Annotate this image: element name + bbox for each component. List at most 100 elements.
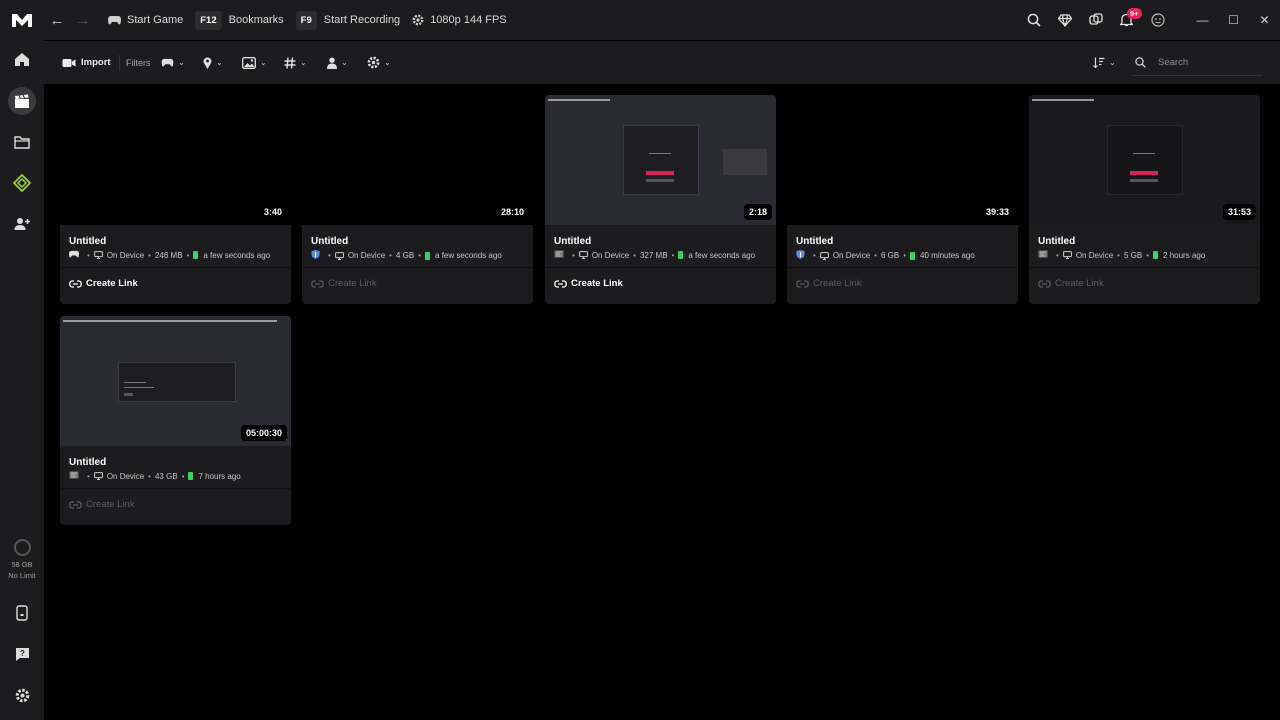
sort-dropdown[interactable]: ⌄: [1093, 41, 1116, 84]
create-link-button[interactable]: Create Link: [69, 278, 138, 289]
chat-icon[interactable]: [1080, 0, 1111, 40]
clip-meta: • On Device • 4 GB • a few seconds ago: [311, 250, 502, 261]
import-button[interactable]: Import: [62, 41, 111, 84]
clip-meta: • On Device • 327 MB • a few seconds ago: [554, 250, 755, 260]
settings-gear-icon[interactable]: [8, 681, 36, 709]
add-friend-icon[interactable]: [8, 210, 36, 238]
chevron-down-icon: ⌄: [216, 58, 223, 67]
upload-status-icon: [193, 251, 199, 259]
start-game-label: Start Game: [127, 14, 184, 26]
clip-size: 6 GB: [880, 251, 900, 260]
filter-game-dropdown[interactable]: ⌄: [161, 41, 185, 84]
clip-location: On Device: [106, 471, 145, 481]
filters-label: Filters: [126, 57, 151, 68]
clip-title[interactable]: Untitled: [554, 236, 591, 247]
clip-timestamp: 7 hours ago: [198, 471, 241, 481]
create-link-button[interactable]: Create Link: [1038, 278, 1104, 289]
hashtag-icon: [284, 56, 296, 69]
clip-location: On Device: [832, 251, 871, 260]
clip-location: On Device: [1075, 250, 1114, 260]
filter-media-type-dropdown[interactable]: ⌄: [242, 41, 267, 84]
clip-duration: 28:10: [495, 204, 529, 220]
clip-duration: 3:40: [258, 204, 287, 220]
avatar[interactable]: [1142, 0, 1173, 40]
create-link-label: Create Link: [86, 499, 135, 510]
clip-duration: 2:18: [743, 204, 772, 220]
create-link-button[interactable]: Create Link: [796, 278, 862, 289]
help-chat-icon[interactable]: ?: [8, 640, 36, 668]
toolbar-divider: [119, 55, 120, 71]
upload-status-icon: [1153, 251, 1159, 259]
clip-card[interactable]: 05:00:30 Untitled • On Device • 43 GB • …: [60, 316, 291, 525]
link-icon: [1038, 279, 1051, 288]
chevron-down-icon: ⌄: [384, 58, 391, 67]
clip-title[interactable]: Untitled: [69, 457, 106, 468]
filter-tags-dropdown[interactable]: ⌄: [284, 41, 307, 84]
search-icon[interactable]: [1018, 0, 1049, 40]
maximize-icon[interactable]: ☐: [1218, 0, 1249, 40]
clip-timestamp: a few seconds ago: [435, 251, 502, 260]
clip-meta: • On Device • 6 GB • 40 minutes ago: [796, 250, 975, 261]
shield-game-icon: [796, 250, 805, 259]
gamepad-icon: [161, 58, 174, 67]
create-link-button[interactable]: Create Link: [554, 278, 623, 289]
chevron-down-icon: ⌄: [178, 58, 185, 67]
gamepad-icon: [69, 250, 79, 258]
filter-toolbar: Import Filters ⌄ ⌄ ⌄ ⌄ ⌄ ⌄ ⌄ Search: [44, 40, 1280, 84]
quality-settings-button[interactable]: 1080p 144 FPS: [412, 0, 507, 40]
clip-size: 246 MB: [154, 250, 183, 260]
create-link-label: Create Link: [813, 278, 862, 289]
clip-timestamp: 40 minutes ago: [920, 251, 975, 260]
clip-title[interactable]: Untitled: [311, 236, 348, 247]
minimize-icon[interactable]: —: [1187, 0, 1218, 40]
back-arrow-icon[interactable]: ←: [44, 0, 70, 40]
notifications-bell-icon[interactable]: 9+: [1111, 0, 1142, 40]
clip-location: On Device: [591, 250, 630, 260]
create-link-button[interactable]: Create Link: [69, 499, 135, 510]
premium-diamond-icon[interactable]: [1049, 0, 1080, 40]
clip-timestamp: a few seconds ago: [203, 250, 271, 260]
filter-user-dropdown[interactable]: ⌄: [327, 41, 348, 84]
close-icon[interactable]: ✕: [1249, 0, 1280, 40]
bookmarks-button[interactable]: F12 Bookmarks: [195, 0, 284, 40]
clip-thumbnail[interactable]: [545, 95, 776, 225]
upload-status-icon: [910, 251, 916, 260]
clip-timestamp: 2 hours ago: [1163, 250, 1206, 260]
clip-title[interactable]: Untitled: [69, 236, 106, 247]
create-link-label: Create Link: [86, 278, 138, 289]
link-icon: [311, 279, 324, 288]
recording-shortcut: F9: [295, 10, 317, 30]
mobile-phone-icon[interactable]: [8, 599, 36, 627]
bookmarks-label: Bookmarks: [228, 14, 284, 26]
sidebar-item-library[interactable]: [8, 87, 36, 115]
clip-card[interactable]: 39:33 Untitled • On Device • 6 GB • 40 m…: [787, 95, 1018, 304]
medal-logo-icon[interactable]: [0, 0, 44, 40]
shield-game-icon: [311, 250, 320, 259]
clip-duration: 31:53: [1222, 204, 1256, 220]
clip-card[interactable]: 2:18 Untitled • On Device • 327 MB • a f…: [545, 95, 776, 304]
clip-size: 327 MB: [639, 250, 668, 260]
discover-diamond-icon[interactable]: [8, 169, 36, 197]
filter-location-dropdown[interactable]: ⌄: [203, 41, 223, 84]
create-link-button[interactable]: Create Link: [311, 278, 377, 289]
search-icon: [1135, 56, 1146, 68]
start-recording-button[interactable]: F9 Start Recording: [295, 0, 400, 40]
link-icon: [69, 279, 82, 288]
clip-card[interactable]: 31:53 Untitled • On Device • 5 GB • 2 ho…: [1029, 95, 1260, 304]
clip-thumbnail[interactable]: [60, 95, 291, 225]
gear-icon: [412, 14, 424, 26]
filter-settings-dropdown[interactable]: ⌄: [367, 41, 391, 84]
folder-icon[interactable]: [8, 128, 36, 156]
start-game-button[interactable]: Start Game: [108, 0, 183, 40]
clip-size: 43 GB: [154, 471, 178, 481]
search-input[interactable]: Search: [1132, 49, 1262, 76]
clip-card[interactable]: 28:10 Untitled • On Device • 4 GB • a fe…: [302, 95, 533, 304]
chevron-down-icon: ⌄: [341, 58, 348, 67]
clip-timestamp: a few seconds ago: [688, 250, 756, 260]
forward-arrow-icon[interactable]: →: [70, 0, 96, 40]
clip-title[interactable]: Untitled: [1038, 236, 1075, 247]
clip-title[interactable]: Untitled: [796, 236, 833, 247]
link-icon: [554, 279, 567, 288]
clip-card[interactable]: 3:40 Untitled • On Device • 246 MB • a f…: [60, 95, 291, 304]
home-icon[interactable]: [8, 45, 36, 73]
